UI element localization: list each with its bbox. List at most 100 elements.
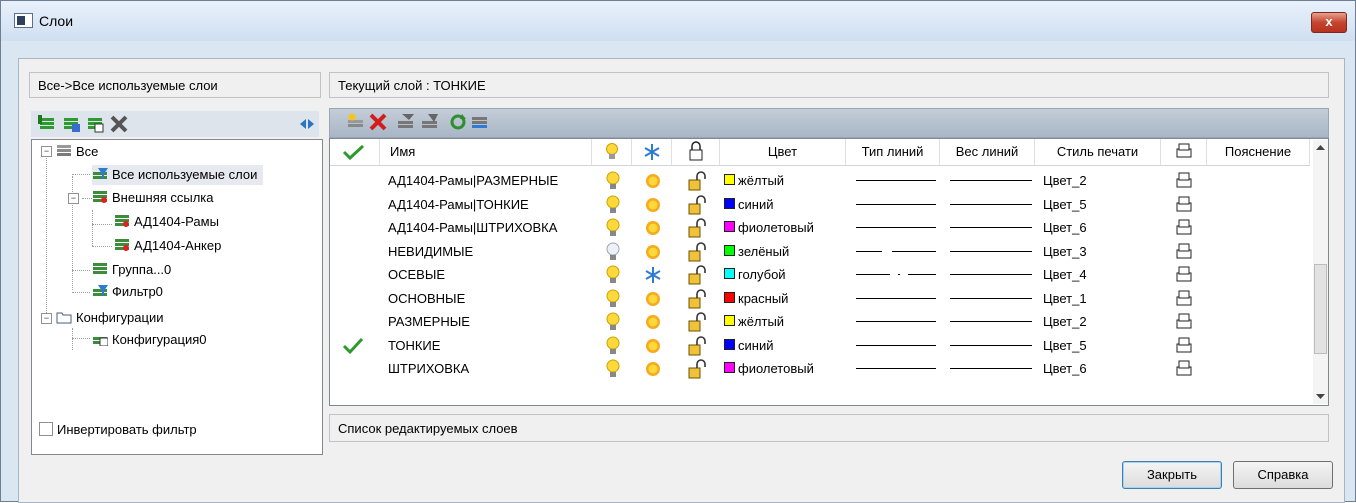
color-swatch[interactable] [724,174,735,185]
unlock-icon[interactable] [687,263,709,287]
layer-name[interactable]: АД1404-Рамы|ТОНКИЕ [388,193,529,217]
color-name[interactable]: жёлтый [738,314,784,329]
lightbulb-icon[interactable] [604,287,622,311]
sun-icon[interactable] [643,169,663,193]
lightbulb-icon[interactable] [604,334,622,358]
color-swatch[interactable] [724,291,735,303]
layer-row[interactable]: ОСЕВЫЕ голубой Цвет_4 [330,263,1310,287]
lineweight-sample[interactable] [950,274,1032,275]
printer-icon[interactable] [1175,334,1193,358]
lightbulb-icon[interactable] [604,310,622,334]
lineweight-sample[interactable] [950,321,1032,322]
col-plotstyle[interactable]: Стиль печати [1035,139,1161,165]
new-filter-icon[interactable] [37,114,57,134]
lineweight-sample[interactable] [950,227,1032,228]
invert-filter-checkbox[interactable]: Инвертировать фильтр [39,422,197,437]
snowflake-icon[interactable] [643,263,663,287]
plot-style[interactable]: Цвет_6 [1043,357,1087,381]
plot-style[interactable]: Цвет_5 [1043,193,1087,217]
scroll-up-icon[interactable] [1313,140,1328,154]
tree-node-configs[interactable]: Конфигурации [56,308,163,328]
printer-icon[interactable] [1175,310,1193,334]
lineweight-sample[interactable] [950,180,1032,181]
collapse-all-button[interactable]: − [41,146,52,157]
lightbulb-icon[interactable] [604,357,622,381]
printer-icon[interactable] [1175,240,1193,264]
col-freeze[interactable] [632,139,672,165]
col-linetype[interactable]: Тип линий [846,139,940,165]
color-swatch[interactable] [724,315,735,326]
lineweight-sample[interactable] [950,368,1032,369]
layer-name[interactable]: ОСЕВЫЕ [388,263,445,287]
unlock-icon[interactable] [687,193,709,217]
col-on[interactable] [592,139,632,165]
printer-icon[interactable] [1175,263,1193,287]
checkbox-box[interactable] [39,422,53,436]
sun-icon[interactable] [643,287,663,311]
sun-icon[interactable] [643,240,663,264]
layer-row[interactable]: ОСНОВНЫЕ красный Цвет_1 [330,287,1310,311]
color-swatch[interactable] [724,221,735,232]
filter-clear-icon[interactable] [420,112,440,132]
scroll-down-icon[interactable] [1313,390,1328,404]
color-name[interactable]: синий [738,197,773,212]
layer-name[interactable]: АД1404-Рамы|РАЗМЕРНЫЕ [388,169,558,193]
unlock-icon[interactable] [687,334,709,358]
col-name[interactable]: Имя [380,139,592,165]
printer-icon[interactable] [1175,216,1193,240]
new-config-icon[interactable] [85,114,105,134]
col-description[interactable]: Пояснение [1207,139,1310,165]
col-plot[interactable] [1161,139,1207,165]
printer-icon[interactable] [1175,169,1193,193]
plot-style[interactable]: Цвет_3 [1043,240,1087,264]
plot-style[interactable]: Цвет_1 [1043,287,1087,311]
layer-row[interactable]: АД1404-Рамы|ТОНКИЕ синий Цвет_5 [330,193,1310,217]
lightbulb-icon[interactable] [604,263,622,287]
unlock-icon[interactable] [687,240,709,264]
toggle-panel-icon[interactable] [297,114,317,134]
vertical-scrollbar[interactable] [1313,140,1328,404]
lightbulb-icon[interactable] [604,216,622,240]
plot-style[interactable]: Цвет_6 [1043,216,1087,240]
lightbulb-icon[interactable] [604,169,622,193]
color-name[interactable]: красный [738,291,788,306]
collapse-xref-button[interactable]: − [68,193,79,204]
layer-row[interactable]: АД1404-Рамы|ШТРИХОВКА фиолетовый Цвет_6 [330,216,1310,240]
sun-icon[interactable] [643,216,663,240]
lineweight-sample[interactable] [950,297,1032,299]
unlock-icon[interactable] [687,310,709,334]
tree-node-config0[interactable]: Конфигурация0 [92,330,206,350]
layer-name[interactable]: НЕВИДИМЫЕ [388,240,473,264]
plot-style[interactable]: Цвет_2 [1043,310,1087,334]
col-lineweight[interactable]: Вес линий [940,139,1035,165]
tree-node-all[interactable]: Все [56,142,98,162]
layer-row[interactable]: ШТРИХОВКА фиолетовый Цвет_6 [330,357,1310,381]
new-layer-icon[interactable] [346,112,366,132]
color-name[interactable]: голубой [738,267,786,282]
col-current[interactable] [330,139,380,165]
color-name[interactable]: зелёный [738,244,789,259]
color-name[interactable]: синий [738,338,773,353]
layer-name[interactable]: РАЗМЕРНЫЕ [388,310,470,334]
scroll-thumb[interactable] [1314,264,1327,354]
filter-icon[interactable] [396,112,416,132]
color-name[interactable]: жёлтый [738,173,784,188]
color-swatch[interactable] [724,362,735,373]
color-name[interactable]: фиолетовый [738,220,814,235]
tree-node-xref[interactable]: Внешняя ссылка [92,188,214,208]
unlock-icon[interactable] [687,357,709,381]
color-swatch[interactable] [724,338,735,350]
col-color[interactable]: Цвет [720,139,846,165]
tree-node-filter[interactable]: Фильтр0 [92,282,163,302]
unlock-icon[interactable] [687,216,709,240]
layer-row[interactable]: НЕВИДИМЫЕ зелёный Цвет_3 [330,240,1310,264]
printer-icon[interactable] [1175,357,1193,381]
unlock-icon[interactable] [687,169,709,193]
close-window-button[interactable]: x [1311,12,1347,33]
new-group-icon[interactable] [61,114,81,134]
plot-style[interactable]: Цвет_4 [1043,263,1087,287]
layer-row[interactable]: РАЗМЕРНЫЕ жёлтый Цвет_2 [330,310,1310,334]
layer-name[interactable]: ОСНОВНЫЕ [388,287,465,311]
unlock-icon[interactable] [687,287,709,311]
delete-icon[interactable] [109,114,129,134]
